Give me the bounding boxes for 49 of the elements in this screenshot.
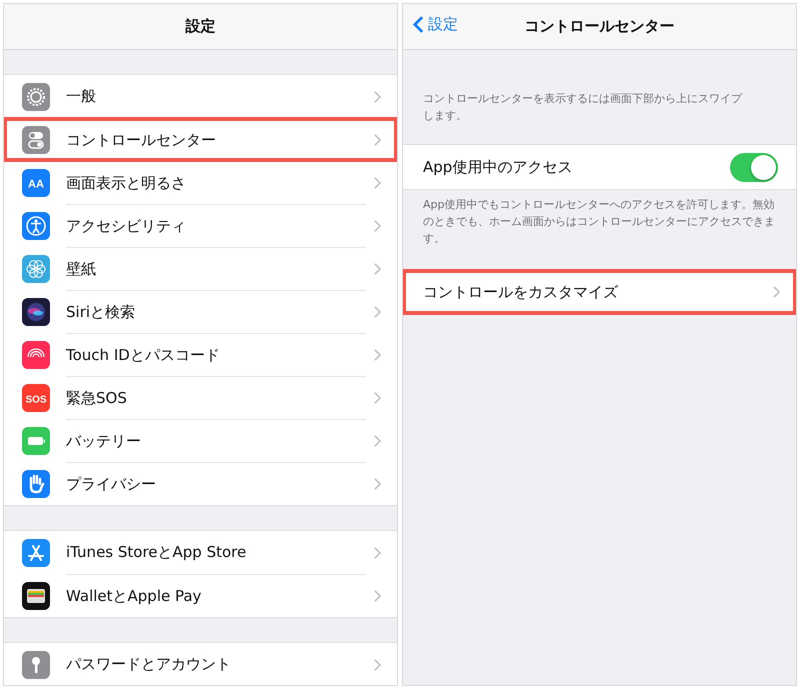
settings-row[interactable]: Siriと検索 [4, 290, 397, 333]
settings-row[interactable]: WalletとApple Pay [4, 574, 397, 617]
settings-row[interactable]: パスワードとアカウント [4, 643, 397, 685]
settings-row[interactable]: コントロールセンター [4, 118, 397, 161]
settings-row[interactable]: 壁紙 [4, 247, 397, 290]
gear-icon [22, 82, 50, 110]
settings-row[interactable]: iTunes StoreとApp Store [4, 531, 397, 574]
chevron-icon [374, 590, 381, 602]
hand-icon [22, 470, 50, 498]
back-chevron-icon [413, 15, 424, 34]
chevron-icon [773, 286, 780, 298]
settings-row[interactable]: 一般 [4, 75, 397, 118]
settings-row[interactable]: Touch IDとパスコード [4, 333, 397, 376]
chevron-icon [374, 220, 381, 232]
chevron-icon [374, 392, 381, 404]
sos-icon: SOS [22, 384, 50, 412]
chevron-icon [374, 348, 381, 360]
chevron-icon [374, 306, 381, 318]
fingerprint-icon [22, 340, 50, 368]
chevron-icon [374, 90, 381, 102]
settings-row[interactable]: アクセシビリティ [4, 204, 397, 247]
back-button[interactable]: 設定 [411, 13, 460, 36]
text-size-icon: AA [22, 168, 50, 196]
chevron-icon [374, 478, 381, 490]
key-icon [22, 650, 50, 678]
settings-row[interactable]: SOS 緊急SOS [4, 376, 397, 419]
row-label: App使用中のアクセス [423, 156, 574, 178]
chevron-icon [374, 134, 381, 146]
screen-title: 設定 [186, 17, 216, 36]
flower-icon [22, 254, 50, 282]
chevron-icon [374, 434, 381, 446]
switches-icon [22, 126, 50, 154]
chevron-icon [374, 176, 381, 188]
footnote-text: App使用中でもコントロールセンターへのアクセスを許可します。無効のときでも、ホーム画面からはコントロールセンターにアクセスできます。 [422, 197, 776, 247]
orb-icon [22, 298, 50, 326]
settings-row[interactable]: コントロールをカスタマイズ [403, 270, 796, 314]
battery-icon [22, 426, 50, 454]
wallet-icon [22, 582, 50, 610]
accessibility-icon [22, 212, 50, 240]
app-store-icon [22, 538, 50, 566]
toggle-switch[interactable] [730, 152, 778, 182]
settings-row[interactable]: バッテリー [4, 419, 397, 462]
chevron-icon [374, 546, 381, 558]
chevron-icon [374, 658, 381, 670]
settings-row[interactable]: AA 画面表示と明るさ [4, 161, 397, 204]
footnote-text: コントロールセンターを表示するには画面下部から上にスワイプします。 [422, 91, 744, 124]
screen-title: コントロールセンター [524, 17, 674, 36]
chevron-icon [374, 262, 381, 274]
settings-row[interactable]: プライバシー [4, 462, 397, 505]
